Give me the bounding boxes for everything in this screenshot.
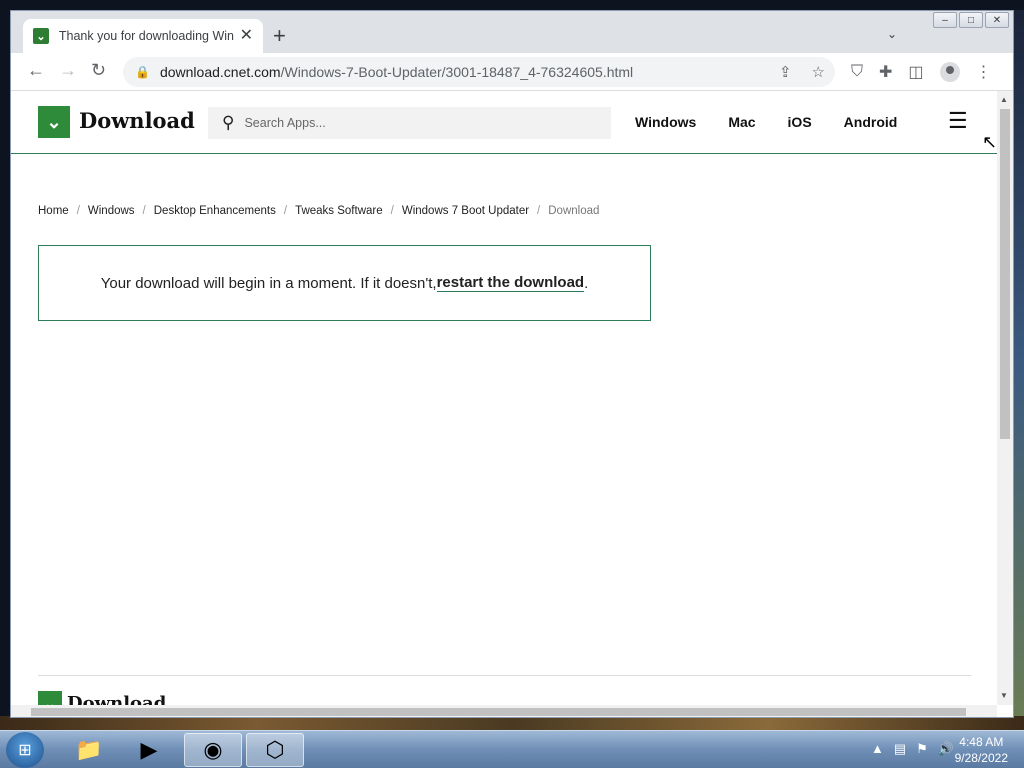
search-placeholder: Search Apps... (244, 116, 326, 130)
breadcrumb-separator: / (537, 205, 541, 217)
breadcrumb: Home / Windows / Desktop Enhancements / … (38, 205, 599, 217)
nav-windows[interactable]: Windows (635, 114, 696, 130)
share-icon[interactable]: ⇪ (779, 63, 792, 81)
footer-logo-text: Download (67, 693, 167, 705)
url-path: /Windows-7-Boot-Updater/3001-18487_4-763… (280, 64, 634, 80)
tab-title: Thank you for downloading Wind (58, 29, 234, 43)
omnibox-actions: ⇪ ☆ (779, 63, 825, 81)
vertical-scroll-thumb[interactable] (1000, 109, 1010, 439)
lock-icon[interactable]: 🔒 (135, 65, 150, 79)
url-host: download.cnet.com (159, 64, 281, 80)
desktop-edge-bottom (0, 716, 1024, 730)
tab-search-chevron-icon[interactable]: ⌄ (887, 27, 897, 41)
start-button[interactable]: ⊞ (6, 732, 44, 768)
web-page: ⌄ Download ⚲ Search Apps... Windows Mac … (11, 91, 997, 705)
horizontal-scroll-thumb[interactable] (31, 708, 966, 716)
forward-arrow-icon[interactable]: → (59, 61, 77, 79)
download-notice: Your download will begin in a moment. If… (38, 245, 651, 321)
window-controls: – □ ✕ (933, 12, 1009, 28)
nav-ios[interactable]: iOS (788, 114, 812, 130)
minimize-button[interactable]: – (933, 12, 957, 28)
system-tray: ▲ ▤ ⚑ 🔊 (871, 741, 954, 757)
footer-divider (38, 675, 971, 676)
breadcrumb-separator: / (76, 205, 80, 217)
browser-tab[interactable]: ⌄ Thank you for downloading Wind ✕ (23, 19, 263, 53)
footer-logo-icon: ⌄ (38, 691, 62, 705)
hamburger-menu-icon[interactable]: ☰ (948, 108, 968, 134)
kebab-menu-icon[interactable]: ⋮ (976, 62, 992, 82)
desktop-edge-top (0, 0, 1024, 10)
nav-mac[interactable]: Mac (728, 114, 755, 130)
clock-time: 4:48 AM (959, 735, 1004, 749)
vertical-scrollbar[interactable]: ▲ ▼ (997, 91, 1013, 705)
notice-suffix: . (584, 274, 589, 292)
chrome-icon[interactable]: ◉ (184, 733, 242, 767)
breadcrumb-windows[interactable]: Windows (88, 205, 135, 217)
browser-window: ⌄ Thank you for downloading Wind ✕ + ⌄ –… (10, 10, 1014, 718)
breadcrumb-product[interactable]: Windows 7 Boot Updater (402, 205, 529, 217)
breadcrumb-home[interactable]: Home (38, 205, 69, 217)
reload-icon[interactable]: ↻ (91, 61, 106, 79)
side-panel-icon[interactable]: ◫ (908, 62, 923, 82)
mouse-cursor-icon: ↖ (982, 132, 998, 152)
network-icon[interactable]: ▤ (894, 741, 906, 757)
back-arrow-icon[interactable]: ← (27, 61, 45, 79)
breadcrumb-desktop-enhancements[interactable]: Desktop Enhancements (154, 205, 276, 217)
maximize-button[interactable]: □ (959, 12, 983, 28)
file-explorer-icon[interactable]: 📁 (60, 733, 118, 767)
browser-toolbar: ← → ↻ 🔒 download.cnet.com /Windows-7-Boo… (11, 53, 1013, 91)
breadcrumb-current: Download (548, 205, 600, 217)
bookmark-star-icon[interactable]: ☆ (812, 63, 825, 81)
clock[interactable]: 4:48 AM 9/28/2022 (955, 734, 1008, 766)
action-center-flag-icon[interactable]: ⚑ (916, 741, 928, 757)
address-bar[interactable]: 🔒 download.cnet.com /Windows-7-Boot-Upda… (123, 57, 835, 87)
notice-text: Your download will begin in a moment. If… (100, 274, 437, 292)
media-player-icon[interactable]: ▶ (120, 733, 178, 767)
close-tab-icon[interactable]: ✕ (240, 28, 253, 44)
breadcrumb-separator: / (283, 205, 288, 217)
nav-android[interactable]: Android (844, 114, 898, 130)
profile-avatar-icon[interactable] (939, 62, 960, 82)
extensions-puzzle-icon[interactable]: ✚ (879, 62, 892, 82)
download-favicon-icon: ⌄ (33, 28, 49, 44)
close-window-button[interactable]: ✕ (985, 12, 1009, 28)
volume-icon[interactable]: 🔊 (938, 741, 954, 757)
horizontal-scrollbar[interactable] (11, 705, 997, 717)
search-input[interactable]: ⚲ Search Apps... (208, 107, 611, 139)
app-cube-icon[interactable]: ⬡ (246, 733, 304, 767)
site-header: ⌄ Download ⚲ Search Apps... Windows Mac … (11, 91, 997, 154)
download-logo-icon[interactable]: ⌄ (38, 106, 70, 138)
scroll-down-icon[interactable]: ▼ (1000, 691, 1008, 700)
breadcrumb-separator: / (142, 205, 146, 217)
show-hidden-icons-icon[interactable]: ▲ (871, 741, 884, 757)
breadcrumb-tweaks-software[interactable]: Tweaks Software (295, 205, 383, 217)
extension-shield-icon[interactable]: ⛉ (851, 63, 863, 81)
clock-date: 9/28/2022 (954, 751, 1008, 765)
new-tab-icon[interactable]: + (273, 25, 286, 47)
site-logo-text[interactable]: Download (79, 108, 195, 133)
restart-download-link[interactable]: restart the download (436, 274, 585, 292)
toolbar-right: ⛉ ✚ ◫ ⋮ (851, 62, 992, 82)
site-nav: Windows Mac iOS Android (635, 114, 929, 130)
breadcrumb-separator: / (390, 205, 394, 217)
taskbar: ⊞ 📁 ▶ ◉ ⬡ ▲ ▤ ⚑ 🔊 4:48 AM 9/28/2022 (0, 730, 1024, 768)
scroll-up-icon[interactable]: ▲ (1000, 95, 1008, 104)
tab-strip: ⌄ Thank you for downloading Wind ✕ + ⌄ –… (11, 11, 1013, 53)
search-icon: ⚲ (222, 113, 235, 132)
